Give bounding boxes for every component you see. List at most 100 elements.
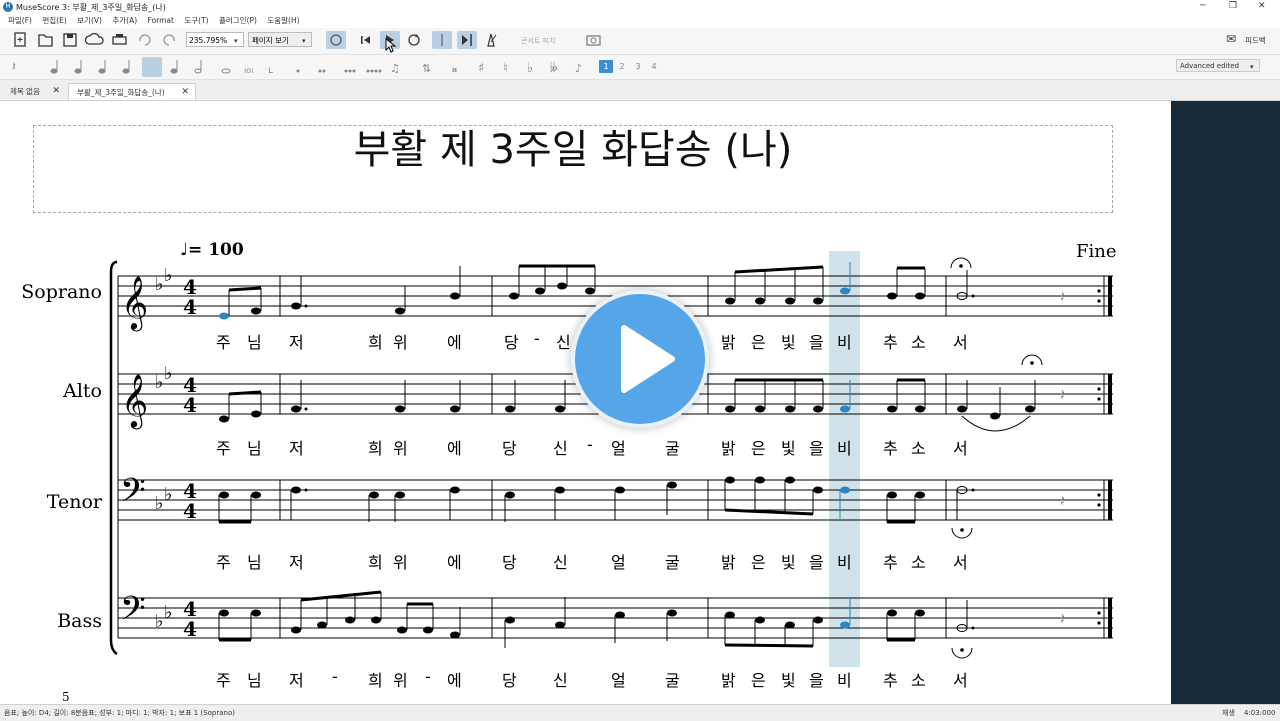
minimize-button[interactable]: ─ (1200, 1, 1205, 11)
bass-clef-icon[interactable]: 𝄢 (120, 590, 146, 636)
treble-clef-icon[interactable]: 𝄞 (121, 275, 148, 331)
lyric-syllable[interactable]: 님 (247, 549, 262, 573)
lyric-syllable[interactable]: 당 (502, 549, 517, 573)
lyric-syllable[interactable]: 신 (553, 435, 568, 459)
lyric-syllable[interactable]: 희 (368, 667, 383, 691)
lyric-syllable[interactable]: 주 (216, 329, 231, 353)
lyric-syllable[interactable]: 당 (502, 667, 517, 691)
lyric-syllable[interactable]: 추 (883, 329, 898, 353)
lyric-syllable[interactable]: 위 (393, 549, 408, 573)
lyric-syllable[interactable]: 저 (289, 667, 304, 691)
lyric-syllable[interactable]: 을 (809, 329, 824, 353)
video-play-button[interactable] (571, 290, 709, 428)
lyric-syllable[interactable]: 소 (911, 435, 926, 459)
lyric-syllable[interactable]: 신 (556, 329, 571, 353)
lyric-syllable[interactable]: 신 (553, 667, 568, 691)
lyric-syllable[interactable]: 희 (368, 435, 383, 459)
lyric-syllable[interactable]: 희 (368, 329, 383, 353)
lyric-syllable[interactable]: 소 (911, 329, 926, 353)
lyric-syllable[interactable]: 님 (247, 329, 262, 353)
lyric-syllable[interactable]: 에 (447, 329, 462, 353)
lyric-syllable[interactable]: 을 (809, 549, 824, 573)
lyric-syllable[interactable]: 신 (553, 549, 568, 573)
lyric-syllable[interactable]: 빛 (781, 329, 796, 353)
page-number: 5 (62, 690, 70, 704)
lyric-syllable[interactable]: 당 (504, 329, 519, 353)
lyric-syllable[interactable]: 저 (289, 329, 304, 353)
lyric-syllable[interactable]: 주 (216, 435, 231, 459)
lyric-syllable[interactable]: 에 (447, 667, 462, 691)
lyric-syllable[interactable]: 빛 (781, 549, 796, 573)
lyric-syllable[interactable]: 을 (809, 667, 824, 691)
final-rests[interactable]: 𝄽 𝄽 𝄽 𝄽 (1060, 287, 1065, 628)
feedback-mail-icon[interactable]: ✉ (1226, 31, 1236, 47)
lyric-syllable[interactable]: 에 (447, 435, 462, 459)
lyric-syllable[interactable]: 소 (911, 549, 926, 573)
lyric-syllable[interactable]: 얼 (611, 667, 626, 691)
lyric-syllable[interactable]: 은 (751, 549, 766, 573)
lyric-syllable[interactable]: 에 (447, 549, 462, 573)
lyric-hyphen[interactable]: - (587, 435, 593, 454)
tenor-notes[interactable] (218, 476, 975, 539)
lyric-syllable[interactable]: 위 (393, 667, 408, 691)
lyric-syllable[interactable]: 밝 (721, 667, 736, 691)
lyric-syllable[interactable]: 은 (751, 329, 766, 353)
maximize-button[interactable]: ❐ (1229, 1, 1237, 11)
workspace-dropdown-icon[interactable]: ▾ (1250, 59, 1254, 75)
lyric-syllable[interactable]: 빛 (781, 435, 796, 459)
lyric-syllable[interactable]: 비 (837, 329, 852, 353)
close-window-button[interactable]: ✕ (1258, 1, 1266, 11)
lyric-syllable[interactable]: 은 (751, 667, 766, 691)
svg-text:♭: ♭ (155, 493, 164, 514)
lyric-syllable[interactable]: 굴 (665, 435, 680, 459)
lyric-syllable[interactable]: 밝 (721, 435, 736, 459)
lyric-syllable[interactable]: 서 (953, 667, 968, 691)
status-selection-info: 음표; 높이: D4; 길이: 8분음표; 성부: 1; 마디: 1; 박자: … (4, 709, 235, 717)
lyric-syllable[interactable]: 위 (393, 435, 408, 459)
lyric-syllable[interactable]: 추 (883, 549, 898, 573)
lyric-syllable[interactable]: 추 (883, 435, 898, 459)
lyric-hyphen[interactable]: - (332, 667, 338, 686)
lyric-syllable[interactable]: 얼 (611, 549, 626, 573)
treble-clef-icon[interactable]: 𝄞 (121, 373, 148, 429)
lyric-syllable[interactable]: 빛 (781, 667, 796, 691)
lyric-syllable[interactable]: 밝 (721, 329, 736, 353)
lyric-syllable[interactable]: 당 (502, 435, 517, 459)
time-signature[interactable]: 44 44 44 44 (183, 275, 197, 641)
svg-text:4: 4 (183, 393, 197, 417)
bass-clef-icon[interactable]: 𝄢 (120, 472, 146, 518)
lyric-hyphen[interactable]: - (534, 329, 540, 348)
lyric-syllable[interactable]: 굴 (665, 667, 680, 691)
lyric-syllable[interactable]: 주 (216, 549, 231, 573)
lyric-syllable[interactable]: 을 (809, 435, 824, 459)
feedback-button[interactable]: 피드백 (1245, 33, 1266, 49)
lyric-syllable[interactable]: 저 (289, 435, 304, 459)
lyric-syllable[interactable]: 주 (216, 667, 231, 691)
lyric-syllable[interactable]: 굴 (665, 549, 680, 573)
lyric-syllable[interactable]: 밝 (721, 549, 736, 573)
svg-text:𝄽: 𝄽 (1060, 609, 1065, 628)
key-signature-flats[interactable]: ♭ ♭ ♭ ♭ ♭ ♭ ♭ ♭ (155, 265, 173, 632)
lyric-syllable[interactable]: 서 (953, 435, 968, 459)
lyric-syllable[interactable]: 은 (751, 435, 766, 459)
lyric-syllable[interactable]: 님 (247, 435, 262, 459)
lyric-syllable[interactable]: 저 (289, 549, 304, 573)
lyric-hyphen[interactable]: - (425, 667, 431, 686)
lyric-syllable[interactable]: 서 (953, 549, 968, 573)
side-panel (1171, 101, 1280, 704)
bass-notes[interactable] (218, 590, 975, 659)
lyric-syllable[interactable]: 비 (837, 435, 852, 459)
svg-text:♭: ♭ (164, 484, 173, 505)
lyric-syllable[interactable]: 희 (368, 549, 383, 573)
lyric-syllable[interactable]: 추 (883, 667, 898, 691)
lyric-syllable[interactable]: 소 (911, 667, 926, 691)
lyric-syllable[interactable]: 서 (953, 329, 968, 353)
lyric-syllable[interactable]: 위 (393, 329, 408, 353)
lyric-syllable[interactable]: 얼 (611, 435, 626, 459)
lyric-syllable[interactable]: 비 (837, 667, 852, 691)
svg-text:4: 4 (183, 295, 197, 319)
workspace-select[interactable]: Advanced edited (1176, 59, 1260, 72)
lyric-syllable[interactable]: 님 (247, 667, 262, 691)
lyric-syllable[interactable]: 비 (837, 549, 852, 573)
svg-text:♭: ♭ (164, 265, 173, 286)
